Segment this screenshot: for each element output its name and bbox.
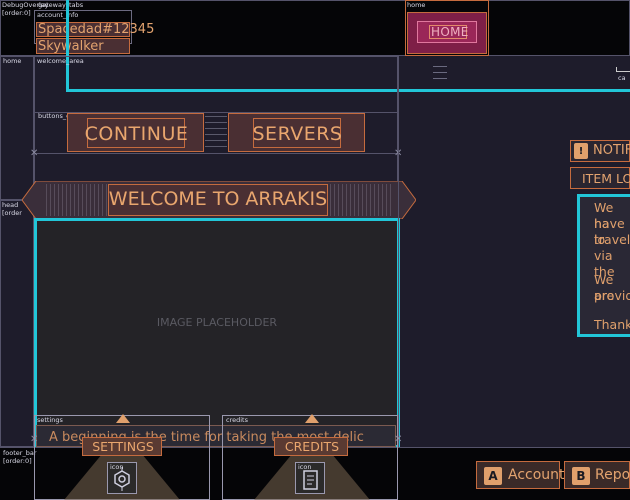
debug-order-label: [order:0]: [2, 9, 31, 17]
credits-label: CREDITS: [284, 439, 340, 454]
notification-title-text: ITEM LOS: [582, 171, 630, 186]
report-button[interactable]: B Report: [564, 461, 630, 489]
user-id-text: Spacedad#12345: [38, 22, 155, 37]
debug-order-left: [order: [2, 209, 22, 217]
credits-button[interactable]: CREDITS: [274, 437, 348, 456]
settings-button[interactable]: SETTINGS: [82, 437, 162, 456]
settings-label: SETTINGS: [92, 439, 154, 454]
notification-title: ITEM LOS: [570, 167, 630, 189]
buttons-row-divider: [205, 114, 227, 152]
settings-icon[interactable]: icon: [107, 462, 137, 494]
left-strip-home: [0, 56, 34, 200]
settings-arrow-icon: [116, 414, 130, 423]
left-strip-head: [0, 200, 34, 447]
header-banner: WELCOME TO ARRAKIS: [22, 181, 416, 219]
image-placeholder: IMAGE PLACEHOLDER: [34, 218, 400, 448]
notification-line-3: travelli: [594, 232, 630, 247]
notification-header-text: NOTIFIC: [593, 143, 630, 158]
account-label: Account: [508, 467, 565, 483]
credits-arrow-icon: [305, 414, 319, 423]
home-button[interactable]: HOME: [407, 12, 487, 54]
debug-welcome-area: welcome_area: [37, 57, 84, 65]
user-name-text: Skywalker: [38, 39, 104, 54]
welcome-title: WELCOME TO ARRAKIS: [108, 188, 328, 210]
servers-button[interactable]: SERVERS: [228, 113, 365, 152]
debug-home-left: home: [3, 57, 22, 65]
user-name: Skywalker: [36, 38, 130, 54]
report-label: Report: [595, 467, 630, 483]
credits-icon[interactable]: icon: [295, 462, 325, 494]
debug-head-left: head: [2, 201, 19, 209]
account-info-debug: account_info: [37, 11, 79, 19]
notification-line-6: provid: [594, 288, 630, 303]
scroll-icon: [303, 470, 318, 490]
debug-cap: ca: [618, 74, 626, 82]
debug-footer-order: [order:0]: [3, 457, 32, 465]
continue-label: CONTINUE: [84, 122, 189, 145]
debug-home-top: home: [407, 1, 426, 9]
account-button[interactable]: A Account: [476, 461, 565, 489]
home-button-label: HOME: [431, 25, 469, 39]
notification-header[interactable]: ! NOTIFIC: [570, 140, 630, 162]
continue-button[interactable]: CONTINUE: [67, 113, 204, 152]
marker-cross-1: ✕: [30, 148, 39, 159]
debug-footer-bar: footer_bar: [3, 449, 37, 457]
account-info[interactable]: account_info Spacedad#12345 Skywalker: [34, 10, 154, 54]
gear-icon: [114, 467, 130, 491]
debug-gateway-tabs-label: gateway_tabs: [38, 1, 84, 9]
servers-label: SERVERS: [252, 122, 343, 145]
home-button-inner: HOME: [417, 21, 477, 43]
user-id: Spacedad#12345: [36, 22, 154, 37]
notification-body[interactable]: We ha have lo travelli via the We are pr…: [577, 194, 630, 337]
cap-marker: [616, 67, 630, 72]
notification-line-7: Thank: [594, 317, 630, 332]
right-divider: [398, 56, 399, 448]
warning-icon: !: [574, 143, 588, 159]
report-key-icon: B: [572, 467, 590, 485]
image-placeholder-label: IMAGE PLACEHOLDER: [156, 316, 278, 329]
scroll-lines: [433, 62, 447, 84]
account-key-icon: A: [484, 467, 502, 485]
